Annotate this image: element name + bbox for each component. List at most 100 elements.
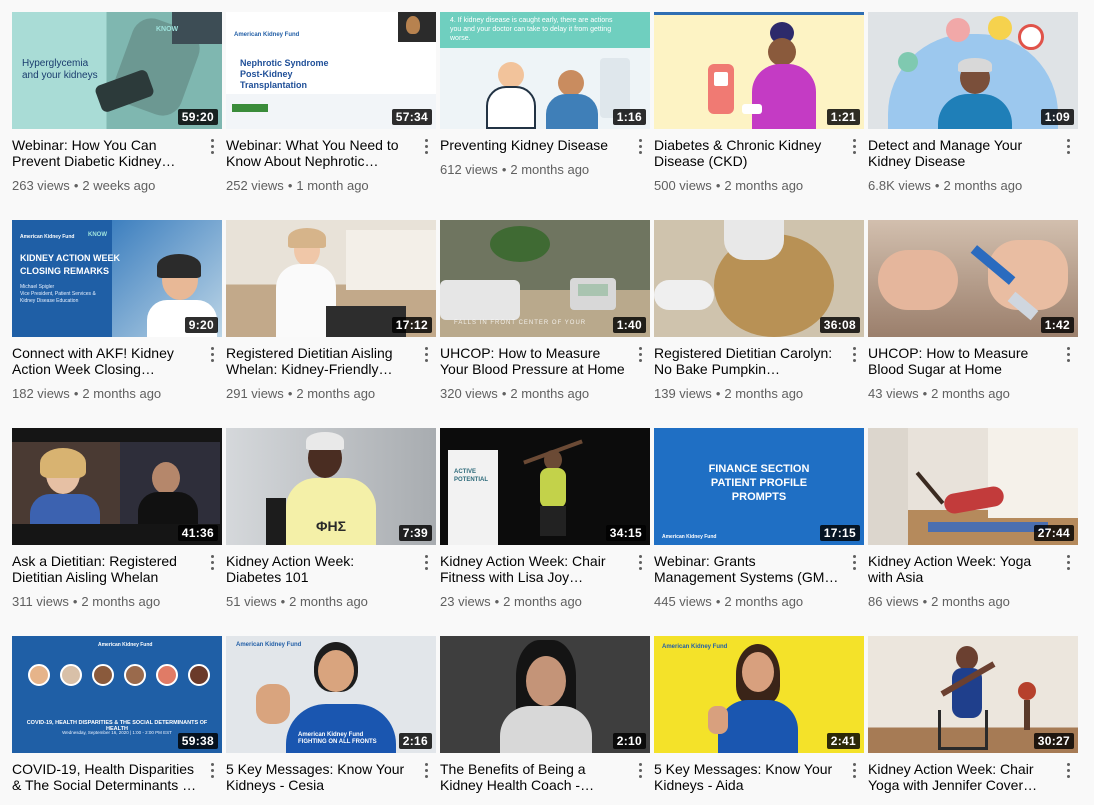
video-duration: 1:40 — [612, 317, 646, 333]
video-card[interactable]: FALLS IN FRONT CENTER OF YOUR 1:40 UHCOP… — [440, 220, 650, 428]
video-thumbnail[interactable]: 1:21 — [654, 12, 864, 129]
video-title[interactable]: UHCOP: How to Measure Blood Sugar at Hom… — [868, 345, 1054, 377]
video-title[interactable]: The Benefits of Being a Kidney Health Co… — [440, 761, 626, 793]
more-vert-icon[interactable] — [204, 137, 220, 159]
upload-age: 2 months ago — [724, 386, 804, 401]
more-vert-icon[interactable] — [1060, 345, 1076, 367]
video-title[interactable]: Webinar: What You Need to Know About Nep… — [226, 137, 412, 169]
video-thumbnail[interactable]: American Kidney Fund COVID-19, HEALTH DI… — [12, 636, 222, 753]
video-card[interactable]: American Kidney Fund Nephrotic Syndrome … — [226, 12, 436, 220]
video-details: Detect and Manage Your Kidney Disease 6.… — [868, 129, 1078, 195]
video-thumbnail[interactable]: 41:36 — [12, 428, 222, 545]
more-vert-icon[interactable] — [632, 345, 648, 367]
video-title[interactable]: 5 Key Messages: Know Your Kidneys - Aida — [654, 761, 840, 793]
video-card[interactable]: 1:21 Diabetes & Chronic Kidney Disease (… — [654, 12, 864, 220]
more-vert-icon[interactable] — [418, 137, 434, 159]
more-vert-icon[interactable] — [1060, 761, 1076, 783]
video-card[interactable]: 41:36 Ask a Dietitian: Registered Dietit… — [12, 428, 222, 636]
video-card[interactable]: American Kidney Fund KNOW KIDNEY ACTION … — [12, 220, 222, 428]
video-card[interactable]: American Kidney Fund 2:41 5 Key Messages… — [654, 636, 864, 805]
video-title[interactable]: COVID-19, Health Disparities & The Socia… — [12, 761, 198, 793]
video-duration: 27:44 — [1033, 525, 1074, 541]
video-card[interactable]: ΦΗΣ 7:39 Kidney Action Week: Diabetes 10… — [226, 428, 436, 636]
video-title[interactable]: Registered Dietitian Carolyn: No Bake Pu… — [654, 345, 840, 377]
more-vert-icon[interactable] — [204, 345, 220, 367]
more-vert-icon[interactable] — [1060, 553, 1076, 575]
video-title[interactable]: Detect and Manage Your Kidney Disease — [868, 137, 1054, 169]
video-title[interactable]: UHCOP: How to Measure Your Blood Pressur… — [440, 345, 626, 377]
separator-dot: • — [494, 594, 500, 609]
video-thumbnail[interactable]: FINANCE SECTION PATIENT PROFILE PROMPTS … — [654, 428, 864, 545]
upload-age: 2 months ago — [510, 162, 590, 177]
video-thumbnail[interactable]: 4. If kidney disease is caught early, th… — [440, 12, 650, 129]
more-vert-icon[interactable] — [632, 553, 648, 575]
video-card[interactable]: 1:09 Detect and Manage Your Kidney Disea… — [868, 12, 1078, 220]
video-grid: Hyperglycemia and your kidneys KNOW 59:2… — [12, 12, 1086, 805]
video-thumbnail[interactable]: 1:42 — [868, 220, 1078, 337]
video-card[interactable]: 27:44 Kidney Action Week: Yoga with Asia… — [868, 428, 1078, 636]
separator-dot: • — [715, 386, 721, 401]
video-stats: 43 views • 2 months ago — [868, 385, 1054, 403]
video-thumbnail[interactable]: American Kidney Fund Nephrotic Syndrome … — [226, 12, 436, 129]
video-thumbnail[interactable]: Hyperglycemia and your kidneys KNOW 59:2… — [12, 12, 222, 129]
video-card[interactable]: 1:42 UHCOP: How to Measure Blood Sugar a… — [868, 220, 1078, 428]
video-card[interactable]: American Kidney Fund COVID-19, HEALTH DI… — [12, 636, 222, 805]
more-vert-icon[interactable] — [632, 761, 648, 783]
upload-age: 2 months ago — [82, 386, 162, 401]
video-title[interactable]: Connect with AKF! Kidney Action Week Clo… — [12, 345, 198, 377]
video-duration: 7:39 — [398, 525, 432, 541]
video-thumbnail[interactable]: FALLS IN FRONT CENTER OF YOUR 1:40 — [440, 220, 650, 337]
video-thumbnail[interactable]: 30:27 — [868, 636, 1078, 753]
upload-age: 2 months ago — [510, 386, 590, 401]
video-details: 5 Key Messages: Know Your Kidneys - Cesi… — [226, 753, 436, 793]
video-duration: 36:08 — [819, 317, 860, 333]
thumb-caption: ACTIVE POTENTIAL — [454, 469, 488, 483]
video-card[interactable]: 4. If kidney disease is caught early, th… — [440, 12, 650, 220]
video-title[interactable]: Kidney Action Week: Yoga with Asia — [868, 553, 1054, 585]
video-thumbnail[interactable]: 17:12 — [226, 220, 436, 337]
video-thumbnail[interactable]: American Kidney Fund KNOW KIDNEY ACTION … — [12, 220, 222, 337]
separator-dot: • — [922, 386, 928, 401]
video-title[interactable]: Kidney Action Week: Chair Yoga with Jenn… — [868, 761, 1054, 793]
video-thumbnail[interactable]: 36:08 — [654, 220, 864, 337]
video-thumbnail[interactable]: ΦΗΣ 7:39 — [226, 428, 436, 545]
video-card[interactable]: 17:12 Registered Dietitian Aisling Whela… — [226, 220, 436, 428]
video-card[interactable]: Hyperglycemia and your kidneys KNOW 59:2… — [12, 12, 222, 220]
more-vert-icon[interactable] — [846, 761, 862, 783]
video-title[interactable]: Webinar: Grants Management Systems (GM… — [654, 553, 840, 585]
video-card[interactable]: FINANCE SECTION PATIENT PROFILE PROMPTS … — [654, 428, 864, 636]
more-vert-icon[interactable] — [846, 137, 862, 159]
video-card[interactable]: 36:08 Registered Dietitian Carolyn: No B… — [654, 220, 864, 428]
more-vert-icon[interactable] — [418, 553, 434, 575]
video-thumbnail[interactable]: American Kidney Fund American Kidney Fun… — [226, 636, 436, 753]
video-title[interactable]: Kidney Action Week: Diabetes 101 — [226, 553, 412, 585]
separator-dot: • — [72, 594, 78, 609]
more-vert-icon[interactable] — [418, 345, 434, 367]
video-title[interactable]: Webinar: How You Can Prevent Diabetic Ki… — [12, 137, 198, 169]
video-card[interactable]: American Kidney Fund American Kidney Fun… — [226, 636, 436, 805]
video-thumbnail[interactable]: 27:44 — [868, 428, 1078, 545]
video-title[interactable]: Registered Dietitian Aisling Whelan: Kid… — [226, 345, 412, 377]
more-vert-icon[interactable] — [846, 345, 862, 367]
thumb-subcaption: Michael Spigler Vice President, Patient … — [20, 284, 96, 304]
video-thumbnail[interactable]: ACTIVE POTENTIAL 34:15 — [440, 428, 650, 545]
more-vert-icon[interactable] — [632, 137, 648, 159]
video-title[interactable]: Diabetes & Chronic Kidney Disease (CKD) — [654, 137, 840, 169]
video-title[interactable]: Ask a Dietitian: Registered Dietitian Ai… — [12, 553, 198, 585]
more-vert-icon[interactable] — [1060, 137, 1076, 159]
video-card[interactable]: 30:27 Kidney Action Week: Chair Yoga wit… — [868, 636, 1078, 805]
video-duration: 1:42 — [1040, 317, 1074, 333]
more-vert-icon[interactable] — [204, 553, 220, 575]
video-title[interactable]: 5 Key Messages: Know Your Kidneys - Cesi… — [226, 761, 412, 793]
video-thumbnail[interactable]: 2:10 — [440, 636, 650, 753]
video-card[interactable]: ACTIVE POTENTIAL 34:15 Kidney Action Wee… — [440, 428, 650, 636]
video-thumbnail[interactable]: 1:09 — [868, 12, 1078, 129]
thumb-logo: American Kidney Fund — [236, 642, 302, 648]
video-card[interactable]: 2:10 The Benefits of Being a Kidney Heal… — [440, 636, 650, 805]
video-thumbnail[interactable]: American Kidney Fund 2:41 — [654, 636, 864, 753]
more-vert-icon[interactable] — [418, 761, 434, 783]
more-vert-icon[interactable] — [204, 761, 220, 783]
more-vert-icon[interactable] — [846, 553, 862, 575]
video-title[interactable]: Kidney Action Week: Chair Fitness with L… — [440, 553, 626, 585]
video-title[interactable]: Preventing Kidney Disease — [440, 137, 626, 153]
